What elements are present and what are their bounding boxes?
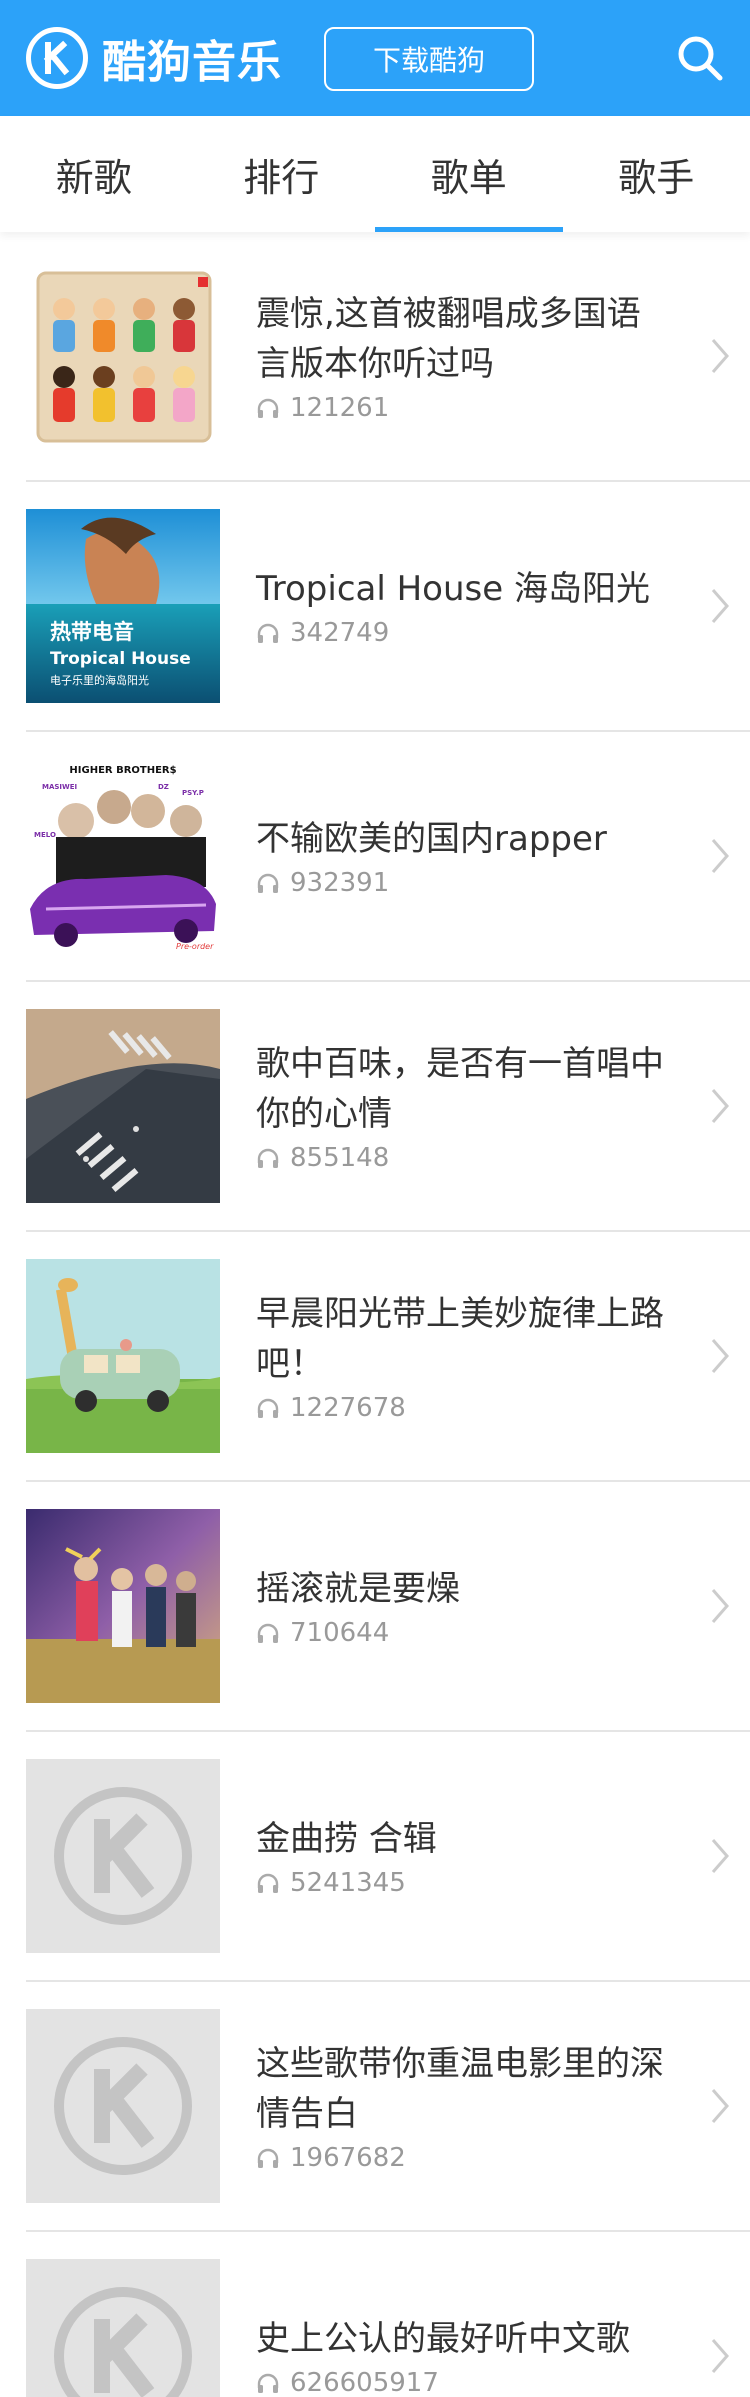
- playlist-title: 史上公认的最好听中文歌: [256, 2319, 630, 2359]
- play-count: 5241345: [256, 1868, 670, 1898]
- kugou-placeholder-cover: [26, 1759, 220, 1953]
- list-item[interactable]: 摇滚就是要燥 710644: [26, 1482, 750, 1732]
- play-count-value: 1227678: [290, 1393, 406, 1423]
- play-count: 121261: [256, 393, 670, 423]
- search-button[interactable]: [674, 32, 726, 84]
- play-count-value: 1967682: [290, 2143, 406, 2173]
- cover-band-name: HIGHER BROTHER$: [69, 765, 176, 776]
- playlist-title: 摇滚就是要燥: [256, 1569, 460, 1609]
- play-count-value: 932391: [290, 868, 390, 898]
- cover-preorder: Pre-order: [176, 942, 214, 951]
- list-item-info: 这些歌带你重温电影里的深情告白 1967682: [220, 2039, 690, 2173]
- chevron-right-icon: [690, 2086, 750, 2126]
- play-count-value: 626605917: [290, 2368, 439, 2397]
- headphones-icon: [257, 623, 279, 643]
- search-icon: [678, 36, 723, 81]
- cover-member-1: MASIWEI: [42, 783, 77, 791]
- list-item[interactable]: 金曲捞 合辑 5241345: [26, 1732, 750, 1982]
- list-item-info: 不输欧美的国内rapper 932391: [220, 814, 690, 898]
- cover-text-line2: Tropical House: [50, 649, 191, 669]
- play-count: 932391: [256, 868, 670, 898]
- list-item-info: 震惊,这首被翻唱成多国语言版本你听过吗 121261: [220, 289, 690, 423]
- chevron-right-icon: [690, 1836, 750, 1876]
- kugou-logo-icon: [26, 27, 88, 89]
- tab-rankings[interactable]: 排行: [188, 116, 376, 232]
- chevron-right-icon: [690, 586, 750, 626]
- chevron-right-icon: [690, 1586, 750, 1626]
- playlist-title: Tropical House 海岛阳光: [256, 569, 650, 609]
- headphones-icon: [257, 873, 279, 893]
- list-item-info: 早晨阳光带上美妙旋律上路吧！ 1227678: [220, 1289, 690, 1423]
- cover-member-3: PSY.P: [182, 789, 204, 797]
- play-count: 1967682: [256, 2143, 670, 2173]
- list-item-info: Tropical House 海岛阳光 342749: [220, 564, 690, 648]
- giraffe-van-cover: [26, 1259, 220, 1453]
- playlist-list: 震惊,这首被翻唱成多国语言版本你听过吗 121261 热带电音 Tropical…: [0, 232, 750, 2397]
- download-app-button[interactable]: 下载酷狗: [324, 27, 534, 91]
- list-item[interactable]: 歌中百味，是否有一首唱中你的心情 855148: [26, 982, 750, 1232]
- list-item-info: 金曲捞 合辑 5241345: [220, 1814, 690, 1898]
- list-item[interactable]: 热带电音 Tropical House 电子乐里的海岛阳光 Tropical H…: [26, 482, 750, 732]
- tab-new-songs[interactable]: 新歌: [0, 116, 188, 232]
- logo[interactable]: 酷狗音乐: [26, 26, 282, 90]
- rock-band-cover: [26, 1509, 220, 1703]
- headphones-icon: [257, 2373, 279, 2393]
- kugou-placeholder-cover: [26, 2259, 220, 2397]
- list-item[interactable]: 震惊,这首被翻唱成多国语言版本你听过吗 121261: [26, 232, 750, 482]
- play-count: 342749: [256, 618, 670, 648]
- crosswalk-cover: [26, 1009, 220, 1203]
- higher-brothers-cover: HIGHER BROTHER$ MASIWEI DZ PSY.P MELO Pr…: [26, 759, 220, 953]
- play-count-value: 855148: [290, 1143, 390, 1173]
- playlist-title: 震惊,这首被翻唱成多国语言版本你听过吗: [256, 294, 641, 384]
- play-count: 855148: [256, 1143, 670, 1173]
- tab-bar: 新歌 排行 歌单 歌手: [0, 116, 750, 232]
- play-count: 626605917: [256, 2368, 670, 2397]
- list-item[interactable]: HIGHER BROTHER$ MASIWEI DZ PSY.P MELO Pr…: [26, 732, 750, 982]
- app-header: 酷狗音乐 下载酷狗: [0, 0, 750, 116]
- chevron-right-icon: [690, 1336, 750, 1376]
- play-count-value: 710644: [290, 1618, 390, 1648]
- list-item[interactable]: 早晨阳光带上美妙旋律上路吧！ 1227678: [26, 1232, 750, 1482]
- cover-member-4: MELO: [34, 831, 56, 839]
- app-name: 酷狗音乐: [102, 37, 282, 88]
- headphones-icon: [257, 1398, 279, 1418]
- tab-singers[interactable]: 歌手: [563, 116, 750, 232]
- headphones-icon: [257, 1623, 279, 1643]
- headphones-icon: [257, 2148, 279, 2168]
- list-item[interactable]: 史上公认的最好听中文歌 626605917: [26, 2232, 750, 2397]
- chevron-right-icon: [690, 2336, 750, 2376]
- headphones-icon: [257, 1873, 279, 1893]
- headphones-icon: [257, 1148, 279, 1168]
- play-count: 710644: [256, 1618, 670, 1648]
- cover-member-2: DZ: [158, 783, 169, 791]
- play-count-value: 5241345: [290, 1868, 406, 1898]
- chevron-right-icon: [690, 1086, 750, 1126]
- playlist-title: 早晨阳光带上美妙旋律上路吧！: [256, 1294, 664, 1384]
- list-item-info: 史上公认的最好听中文歌 626605917: [220, 2314, 690, 2397]
- chevron-right-icon: [690, 336, 750, 376]
- list-item-info: 歌中百味，是否有一首唱中你的心情 855148: [220, 1039, 690, 1173]
- headphones-icon: [257, 398, 279, 418]
- playlist-title: 这些歌带你重温电影里的深情告白: [256, 2044, 664, 2134]
- list-item[interactable]: 这些歌带你重温电影里的深情告白 1967682: [26, 1982, 750, 2232]
- tropical-house-cover: 热带电音 Tropical House 电子乐里的海岛阳光: [26, 509, 220, 703]
- playlist-title: 歌中百味，是否有一首唱中你的心情: [256, 1044, 664, 1134]
- play-count-value: 121261: [290, 393, 390, 423]
- play-count-value: 342749: [290, 618, 390, 648]
- chevron-right-icon: [690, 836, 750, 876]
- playlist-title: 金曲捞 合辑: [256, 1819, 437, 1859]
- tab-playlists[interactable]: 歌单: [375, 116, 563, 232]
- cartoon-figures-cover: [26, 259, 220, 453]
- cover-text-line3: 电子乐里的海岛阳光: [50, 673, 149, 687]
- playlist-title: 不输欧美的国内rapper: [256, 819, 607, 859]
- list-item-info: 摇滚就是要燥 710644: [220, 1564, 690, 1648]
- kugou-placeholder-cover: [26, 2009, 220, 2203]
- cover-text-line1: 热带电音: [50, 620, 134, 644]
- play-count: 1227678: [256, 1393, 670, 1423]
